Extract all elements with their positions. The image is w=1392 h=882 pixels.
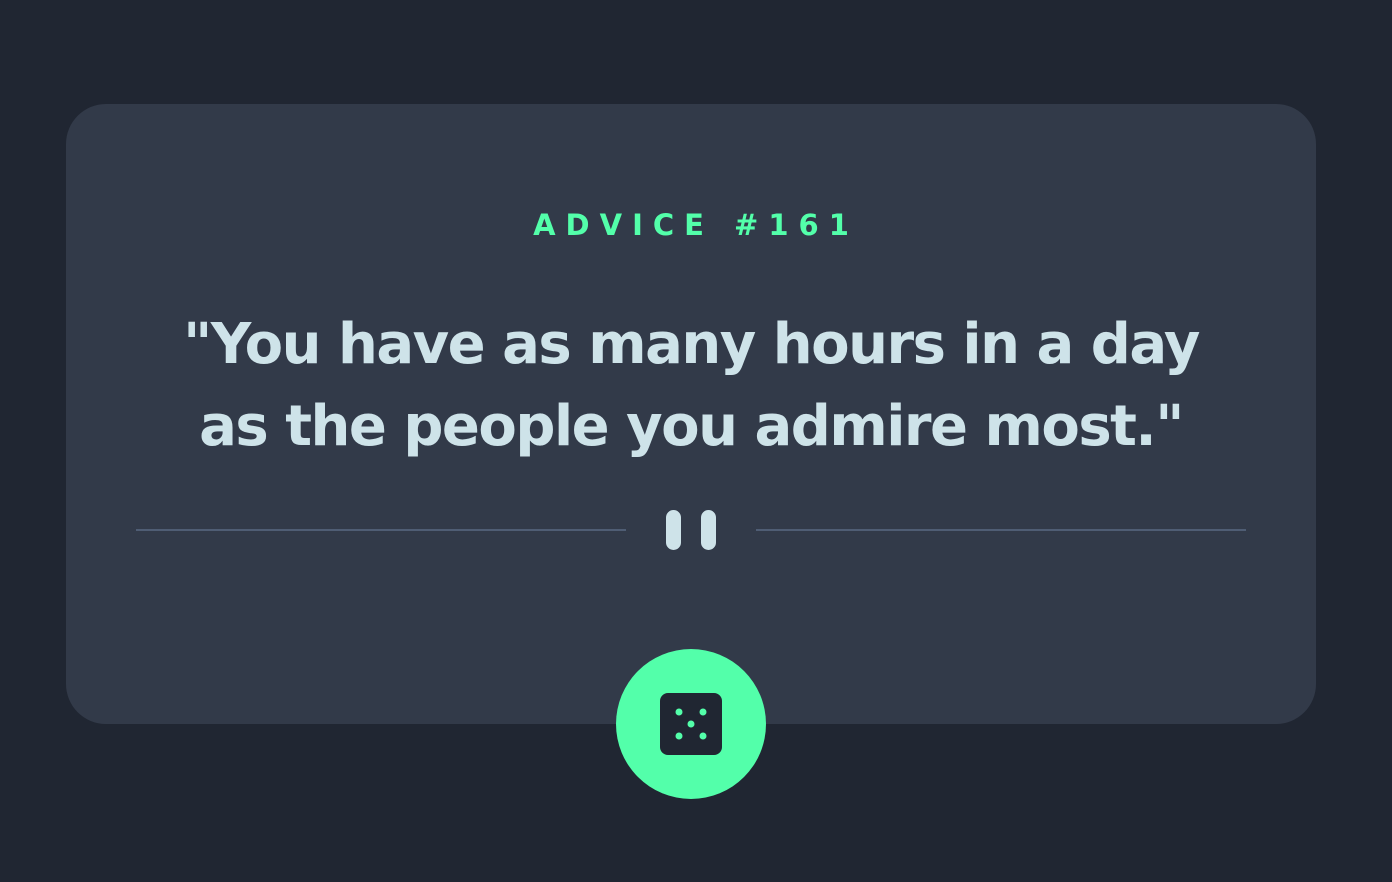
advice-quote: "You have as many hours in a day as the …	[183, 312, 1200, 459]
pause-quote-icon	[666, 510, 716, 550]
advice-card: ADVICE #161 "You have as many hours in a…	[66, 104, 1316, 724]
divider-line-left	[136, 529, 626, 531]
advice-id: ADVICE #161	[533, 208, 859, 242]
dice-icon	[660, 693, 722, 755]
new-advice-button[interactable]	[616, 649, 766, 799]
divider	[136, 508, 1246, 552]
divider-line-right	[756, 529, 1246, 531]
